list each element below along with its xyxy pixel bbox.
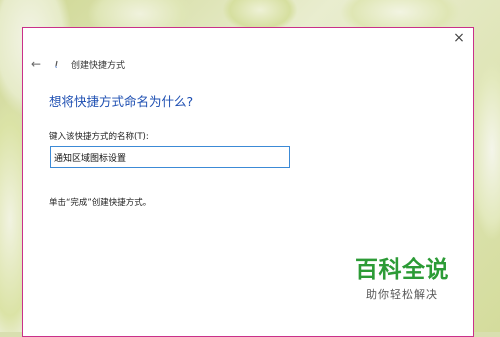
shortcut-name-input[interactable] (50, 146, 290, 168)
watermark-subtitle: 助你轻松解决 (366, 288, 438, 301)
watermark-title: 百科全说 (355, 257, 449, 283)
close-icon[interactable]: × (451, 30, 467, 46)
watermark-logo: 百科全说 助你轻松解决 (338, 257, 466, 302)
wizard-title: 创建快捷方式 (71, 60, 126, 71)
shortcut-wizard-icon (53, 59, 61, 69)
finish-hint-text: 单击“完成”创建快捷方式。 (49, 198, 152, 208)
shortcut-name-label: 键入该快捷方式的名称(T): (49, 132, 149, 142)
page-heading: 想将快捷方式命名为什么? (49, 94, 194, 109)
wizard-header: ← 创建快捷方式 (29, 55, 125, 73)
back-arrow-icon[interactable]: ← (29, 57, 43, 71)
